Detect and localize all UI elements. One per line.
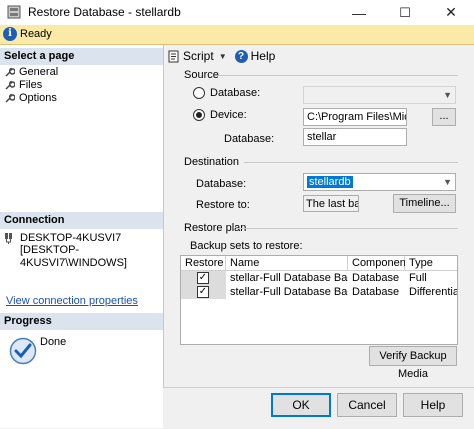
restore-to-field: The last back	[303, 195, 359, 212]
script-button[interactable]: Script ▼	[167, 49, 227, 63]
title-bar: Restore Database - stellardb — ☐ ✕	[0, 0, 474, 25]
help-toolbar-label: Help	[250, 49, 276, 63]
minimize-button[interactable]: —	[336, 0, 382, 25]
restore-checkbox[interactable]: ✓	[197, 272, 209, 284]
database-radio-label: Database:	[210, 87, 261, 99]
window-title: Restore Database - stellardb	[28, 5, 181, 19]
restore-cell: ✓	[181, 285, 226, 299]
device-radio[interactable]: Device:	[193, 109, 247, 121]
left-pane: Select a page General Files Options Conn…	[0, 45, 164, 428]
verify-backup-media-button[interactable]: Verify Backup Media	[369, 346, 457, 380]
database-app-icon	[7, 5, 21, 19]
cancel-button[interactable]: Cancel	[337, 393, 397, 417]
close-button[interactable]: ✕	[428, 0, 474, 25]
status-text: Ready	[20, 28, 52, 40]
type-cell: Full	[409, 272, 427, 284]
progress-status: Done	[40, 336, 67, 348]
page-item-options[interactable]: Options	[4, 91, 57, 104]
table-row[interactable]: ✓ stellar-Full Database Backup Database …	[181, 285, 458, 299]
chevron-down-icon: ▼	[218, 51, 227, 61]
connection-header: Connection	[0, 212, 163, 229]
restore-checkbox[interactable]: ✓	[197, 286, 209, 298]
source-label: Source	[184, 69, 219, 81]
script-label: Script	[183, 49, 214, 63]
column-header-restore[interactable]: Restore	[181, 256, 226, 271]
help-icon: ?	[234, 49, 248, 63]
component-cell: Database	[352, 272, 400, 284]
progress-header: Progress	[0, 313, 163, 330]
help-toolbar-button[interactable]: ? Help	[234, 49, 276, 63]
column-header-type[interactable]: Type	[405, 256, 457, 271]
page-item-files-label: Files	[19, 78, 43, 91]
info-icon: i	[3, 27, 17, 41]
server-connection-icon	[5, 233, 12, 244]
source-separator	[218, 75, 458, 76]
toolbar: Script ▼ ? Help	[167, 47, 275, 65]
database-radio[interactable]: Database:	[193, 87, 260, 99]
ok-button[interactable]: OK	[271, 393, 331, 417]
wrench-icon	[5, 80, 15, 90]
connection-login: [DESKTOP-4KUSVI7\WINDOWS]	[20, 244, 127, 269]
help-button[interactable]: Help	[403, 393, 463, 417]
maximize-button[interactable]: ☐	[382, 0, 428, 25]
source-database-label: Database:	[224, 133, 275, 145]
select-page-header: Select a page	[0, 48, 163, 65]
source-database-value: stellar	[307, 131, 337, 143]
component-cell: Database	[352, 286, 400, 298]
device-radio-label: Device:	[210, 109, 247, 121]
chevron-down-icon: ▼	[443, 90, 452, 100]
destination-database-value: stellardb	[307, 176, 353, 188]
destination-separator	[244, 162, 458, 163]
database-radio-circle	[193, 87, 205, 99]
destination-label: Destination	[184, 156, 240, 168]
view-connection-properties-link[interactable]: View connection properties	[6, 295, 138, 307]
timeline-button[interactable]: Timeline...	[393, 194, 456, 213]
done-check-icon	[9, 337, 37, 365]
backup-sets-label: Backup sets to restore:	[190, 240, 303, 252]
wrench-icon	[5, 67, 15, 77]
wrench-icon	[5, 93, 15, 103]
column-header-component[interactable]: Component	[348, 256, 409, 271]
destination-database-combo[interactable]: stellardb ▼	[303, 173, 456, 191]
device-radio-circle	[193, 109, 205, 121]
backup-sets-grid: Restore Name Component Type ✓ stellar-Fu…	[180, 255, 458, 345]
chevron-down-icon: ▼	[443, 177, 452, 187]
restore-cell: ✓	[181, 271, 226, 285]
device-path-field[interactable]: C:\Program Files\Microsof	[303, 108, 407, 126]
restore-to-label: Restore to:	[196, 199, 250, 211]
page-item-options-label: Options	[19, 91, 57, 104]
destination-database-label: Database:	[196, 178, 247, 190]
backup-name-cell: stellar-Full Database Backup	[230, 286, 348, 298]
browse-device-button[interactable]: ...	[432, 108, 456, 126]
script-icon	[168, 50, 179, 62]
restore-plan-separator	[238, 228, 458, 229]
source-database-select[interactable]: stellar	[303, 128, 407, 146]
source-database-combo[interactable]: ▼	[303, 86, 456, 104]
backup-name-cell: stellar-Full Database Backup	[230, 272, 348, 284]
status-bar: i Ready	[0, 25, 474, 45]
page-item-general[interactable]: General	[4, 65, 58, 78]
type-cell: Differential	[409, 286, 458, 298]
page-item-files[interactable]: Files	[4, 78, 42, 91]
table-row[interactable]: ✓ stellar-Full Database Backup Database …	[181, 271, 457, 285]
page-item-general-label: General	[19, 65, 59, 78]
column-header-name[interactable]: Name	[226, 256, 348, 271]
